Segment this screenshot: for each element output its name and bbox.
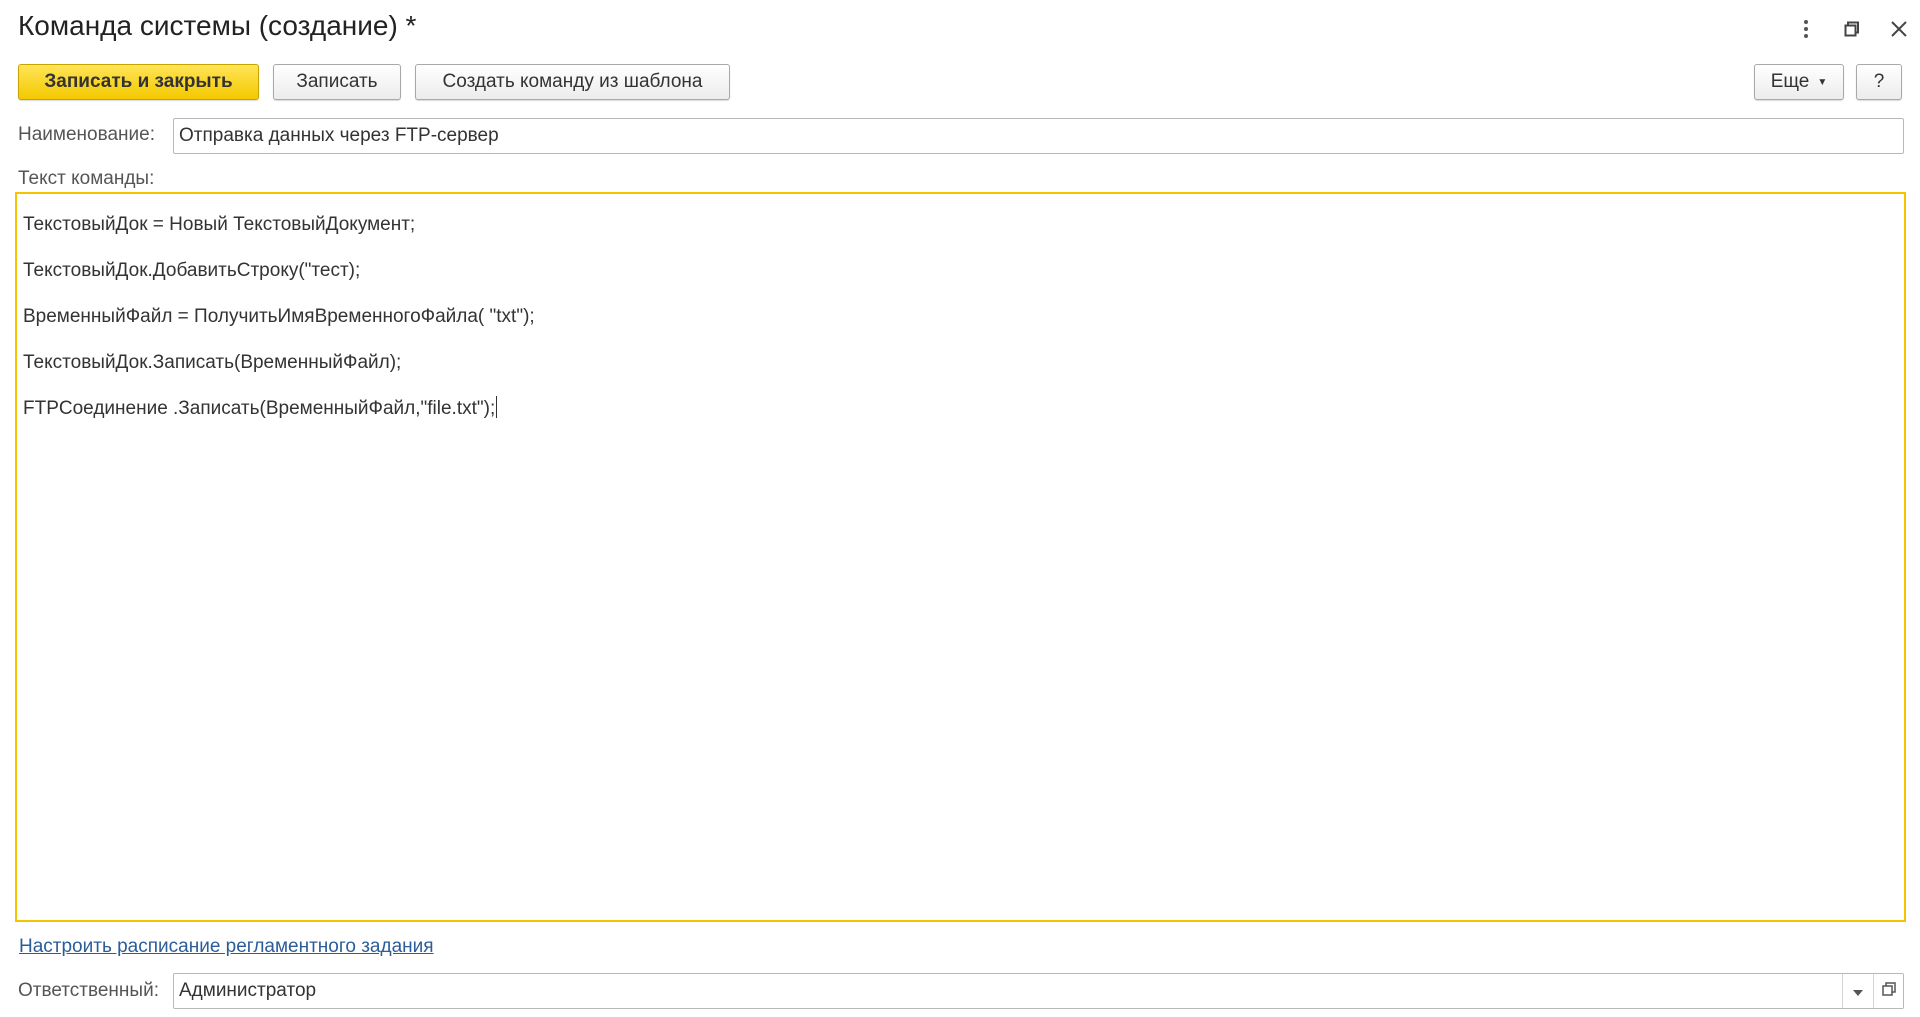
- save-and-close-button[interactable]: Записать и закрыть: [18, 64, 259, 100]
- restore-window-icon: [1844, 21, 1860, 37]
- save-button[interactable]: Записать: [273, 64, 401, 100]
- responsible-label: Ответственный:: [18, 980, 159, 1001]
- responsible-dropdown-button[interactable]: [1842, 974, 1872, 1008]
- more-menu-label: Еще: [1770, 71, 1810, 92]
- code-line: ТекстовыйДок = Новый ТекстовыйДокумент;: [23, 214, 416, 235]
- form-title: Команда системы (создание) *: [18, 10, 417, 41]
- close-window-button[interactable]: [1884, 14, 1914, 44]
- responsible-value: Администратор: [179, 980, 317, 1001]
- create-from-template-button[interactable]: Создать команду из шаблона: [415, 64, 730, 100]
- schedule-link[interactable]: Настроить расписание регламентного задан…: [19, 936, 434, 958]
- close-icon: [1890, 20, 1908, 38]
- command-text-label: Текст команды:: [18, 168, 155, 189]
- name-label: Наименование:: [18, 124, 155, 145]
- responsible-open-button[interactable]: [1873, 974, 1903, 1008]
- restore-window-button[interactable]: [1837, 14, 1867, 44]
- vertical-dots-icon: [1803, 19, 1809, 39]
- more-actions-button[interactable]: [1791, 14, 1821, 44]
- code-line-last: FTPСоединение .Записать(ВременныйФайл,"f…: [23, 386, 1898, 432]
- responsible-field[interactable]: Администратор: [173, 973, 1904, 1009]
- help-button[interactable]: ?: [1856, 64, 1902, 100]
- chevron-down-icon: ▼: [1817, 76, 1828, 88]
- more-menu-button[interactable]: Еще ▼: [1754, 64, 1844, 100]
- code-line: FTPСоединение .Записать(ВременныйФайл,"f…: [23, 398, 496, 419]
- chevron-down-icon: [1852, 980, 1863, 1002]
- code-line: ВременныйФайл = ПолучитьИмяВременногоФай…: [23, 306, 535, 327]
- code-line: ТекстовыйДок.ДобавитьСтроку("тест);: [23, 260, 361, 281]
- code-line: ТекстовыйДок.Записать(ВременныйФайл);: [23, 352, 402, 373]
- name-value: Отправка данных через FTP-сервер: [179, 125, 499, 146]
- name-field[interactable]: Отправка данных через FTP-сервер: [173, 118, 1904, 154]
- command-text-editor[interactable]: ТекстовыйДок = Новый ТекстовыйДокумент; …: [15, 192, 1906, 922]
- open-in-window-icon: [1881, 980, 1896, 1002]
- text-caret: [496, 396, 498, 418]
